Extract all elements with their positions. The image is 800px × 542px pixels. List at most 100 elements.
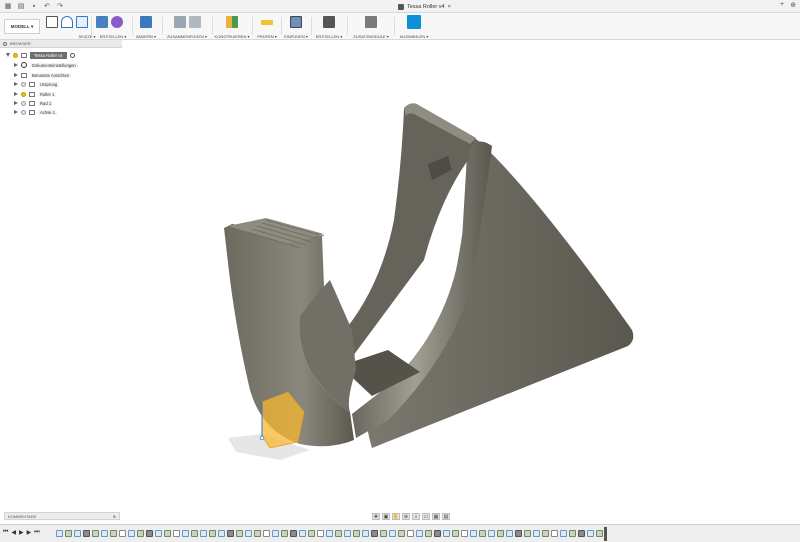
timeline-feature[interactable] <box>542 530 549 537</box>
timeline-feature[interactable] <box>479 530 486 537</box>
save-icon[interactable]: ▪ <box>29 1 39 11</box>
close-tab-icon[interactable]: × <box>448 4 451 10</box>
addins-menu[interactable]: ZUSATZMODULE ▾ <box>350 34 392 39</box>
timeline-feature[interactable] <box>371 530 378 537</box>
workspace-switcher[interactable]: MODELL ▾ <box>4 19 40 34</box>
timeline-feature[interactable] <box>254 530 261 537</box>
expand-icon[interactable] <box>14 73 18 77</box>
rectangle-icon[interactable] <box>76 16 88 28</box>
press-pull-icon[interactable] <box>140 16 152 28</box>
create-sketch-icon[interactable] <box>46 16 58 28</box>
extrude-icon[interactable] <box>96 16 108 28</box>
timeline-feature[interactable] <box>344 530 351 537</box>
visibility-bulb-icon[interactable] <box>13 52 18 58</box>
timeline-feature[interactable] <box>236 530 243 537</box>
tree-item-roller[interactable]: Roller 1 <box>14 90 57 98</box>
timeline-feature[interactable] <box>263 530 270 537</box>
timeline-feature[interactable] <box>209 530 216 537</box>
timeline-feature[interactable] <box>425 530 432 537</box>
timeline-feature[interactable] <box>227 530 234 537</box>
zoom-icon[interactable]: ⊕ <box>402 513 410 520</box>
extensions-icon[interactable]: ⊕ <box>790 1 796 9</box>
timeline-feature[interactable] <box>290 530 297 537</box>
timeline-feature[interactable] <box>119 530 126 537</box>
timeline-feature[interactable] <box>146 530 153 537</box>
create-menu[interactable]: ERSTELLEN ▾ <box>96 34 130 39</box>
timeline-feature[interactable] <box>488 530 495 537</box>
timeline-feature[interactable] <box>299 530 306 537</box>
timeline-feature[interactable] <box>137 530 144 537</box>
sketch-point[interactable] <box>259 435 265 441</box>
visibility-bulb-icon[interactable] <box>21 109 26 115</box>
make-menu[interactable]: ERSTELLEN ▾ <box>314 34 344 39</box>
insert-menu[interactable]: EINFÜGEN ▾ <box>284 34 308 39</box>
timeline-feature[interactable] <box>335 530 342 537</box>
timeline-feature[interactable] <box>578 530 585 537</box>
timeline-feature[interactable] <box>551 530 558 537</box>
play-icon[interactable]: ▶ <box>19 529 24 536</box>
timeline-marker[interactable] <box>604 527 607 541</box>
measure-icon[interactable] <box>261 19 273 25</box>
document-tab[interactable]: Tessa Roller v4 × <box>398 2 451 11</box>
joint-icon[interactable] <box>188 16 201 28</box>
select-menu[interactable]: AUSWÄHLEN ▾ <box>396 34 432 39</box>
timeline-feature[interactable] <box>596 530 603 537</box>
inspect-menu[interactable]: PRÜFEN ▾ <box>256 34 278 39</box>
timeline-feature[interactable] <box>83 530 90 537</box>
fit-icon[interactable]: ⌕ <box>412 513 420 520</box>
timeline-feature[interactable] <box>326 530 333 537</box>
timeline-feature[interactable] <box>317 530 324 537</box>
construct-menu[interactable]: KONSTRUIEREN ▾ <box>214 34 250 39</box>
timeline-feature[interactable] <box>164 530 171 537</box>
timeline-feature[interactable] <box>74 530 81 537</box>
step-back-icon[interactable]: ◀ <box>11 529 16 536</box>
timeline-feature[interactable] <box>452 530 459 537</box>
expand-icon[interactable] <box>14 82 18 86</box>
step-forward-icon[interactable]: ▶ <box>27 529 32 536</box>
tree-item-wheel[interactable]: Rad 1 <box>14 99 54 107</box>
tree-root[interactable]: Tessa Roller v4 <box>6 51 75 59</box>
timeline-feature[interactable] <box>380 530 387 537</box>
timeline-feature[interactable] <box>524 530 531 537</box>
timeline-feature[interactable] <box>560 530 567 537</box>
select-cursor-icon[interactable] <box>407 15 421 29</box>
timeline-feature[interactable] <box>92 530 99 537</box>
new-component-icon[interactable] <box>173 16 186 28</box>
timeline-feature[interactable] <box>218 530 225 537</box>
add-comment-icon[interactable]: ⊕ <box>113 514 116 519</box>
timeline-feature[interactable] <box>65 530 72 537</box>
tree-item-origin[interactable]: Ursprung <box>14 80 60 88</box>
timeline-feature[interactable] <box>398 530 405 537</box>
timeline-feature[interactable] <box>245 530 252 537</box>
expand-icon[interactable] <box>6 53 10 57</box>
timeline-feature[interactable] <box>362 530 369 537</box>
grid-settings-icon[interactable]: ▦ <box>432 513 440 520</box>
timeline-feature[interactable] <box>155 530 162 537</box>
tree-item-axle[interactable]: Achse 1 <box>14 108 58 116</box>
activate-radio-icon[interactable] <box>69 52 75 58</box>
timeline-feature[interactable] <box>173 530 180 537</box>
collapse-icon[interactable] <box>3 41 7 46</box>
redo-icon[interactable]: ↷ <box>55 1 65 11</box>
timeline-feature[interactable] <box>461 530 468 537</box>
timeline-feature[interactable] <box>191 530 198 537</box>
pan-icon[interactable]: ✋ <box>392 513 400 520</box>
timeline-feature[interactable] <box>182 530 189 537</box>
file-menu-icon[interactable]: ▤ <box>16 1 26 11</box>
display-settings-icon[interactable]: ▭ <box>422 513 430 520</box>
timeline-feature[interactable] <box>128 530 135 537</box>
undo-icon[interactable]: ↶ <box>42 1 52 11</box>
go-to-end-icon[interactable]: ⏭ <box>34 529 39 536</box>
expand-icon[interactable] <box>14 63 18 67</box>
expand-icon[interactable] <box>14 110 18 114</box>
timeline-feature[interactable] <box>389 530 396 537</box>
app-grid-icon[interactable]: ▦ <box>3 1 13 11</box>
timeline-feature[interactable] <box>470 530 477 537</box>
offset-plane-icon[interactable] <box>226 16 238 28</box>
comments-panel[interactable]: KOMMENTARE ⊕ <box>4 512 120 520</box>
go-to-start-icon[interactable]: ⏮ <box>3 529 8 536</box>
timeline-feature[interactable] <box>506 530 513 537</box>
sphere-icon[interactable] <box>111 16 123 28</box>
tree-item-settings[interactable]: Dokumenteinstellungen <box>14 61 78 69</box>
timeline-feature[interactable] <box>416 530 423 537</box>
